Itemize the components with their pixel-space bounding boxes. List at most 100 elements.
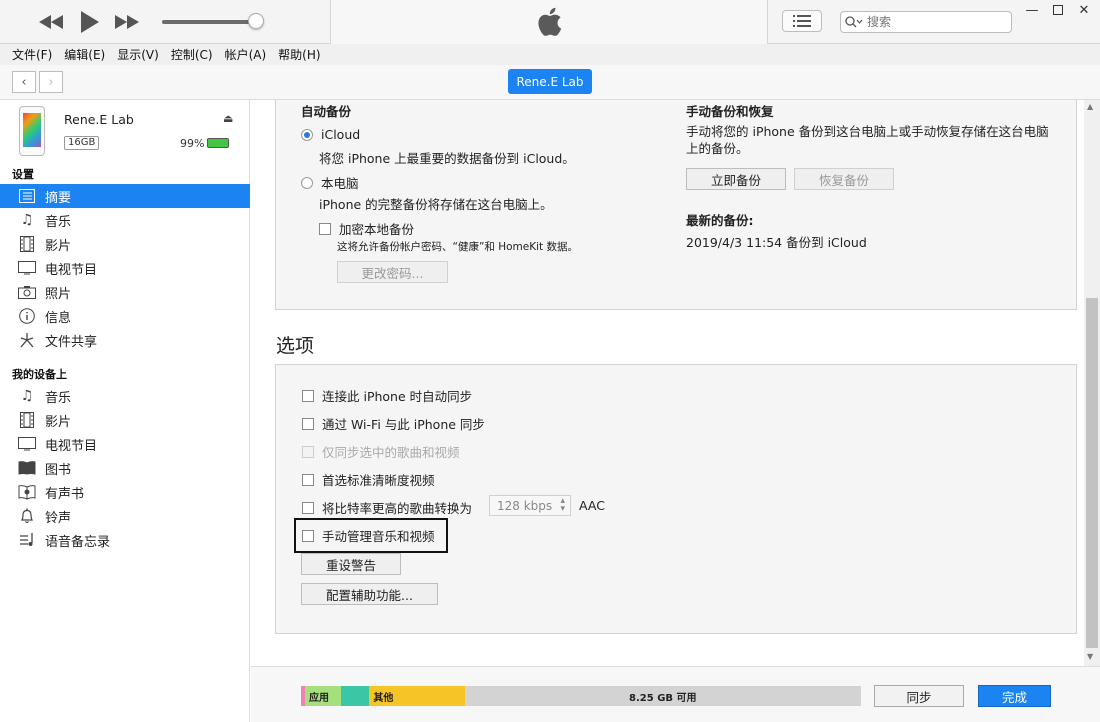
sidebar-item-movies[interactable]: 影片 — [0, 232, 250, 256]
encrypt-backup-option[interactable]: 加密本地备份 — [319, 219, 414, 238]
menu-view[interactable]: 显示(V) — [111, 46, 165, 63]
scroll-down-icon[interactable]: ▼ — [1087, 652, 1093, 661]
sidebar-item-label: 信息 — [45, 310, 72, 326]
menu-edit[interactable]: 编辑(E) — [58, 46, 111, 63]
sidebar-item-label: 文件共享 — [45, 334, 98, 350]
bitrate-select[interactable]: 128 kbps ▴ ▾ — [489, 495, 571, 516]
back-button[interactable]: ‹ — [12, 71, 36, 93]
prefer-sd-checkbox[interactable] — [302, 473, 314, 486]
sidebar-item-device-ringtones[interactable]: 铃声 — [0, 504, 250, 528]
bell-icon — [18, 507, 36, 525]
sync-checked-only-option[interactable]: 仅同步选中的歌曲和视频 — [302, 442, 460, 461]
sidebar-item-device-audiobooks[interactable]: 有声书 — [0, 480, 250, 504]
eject-icon[interactable]: ⏏ — [223, 112, 233, 125]
menu-controls[interactable]: 控制(C) — [165, 46, 219, 63]
scroll-up-icon[interactable]: ▲ — [1087, 102, 1093, 111]
play-button[interactable] — [78, 10, 102, 34]
convert-bitrate-checkbox[interactable] — [302, 501, 314, 514]
bitrate-value: 128 kbps — [497, 498, 553, 513]
change-password-button[interactable]: 更改密码... — [337, 261, 448, 283]
storage-segment-teal — [341, 686, 370, 706]
search-input[interactable] — [867, 15, 987, 29]
fast-forward-button[interactable] — [114, 10, 140, 34]
forward-button[interactable]: › — [39, 71, 63, 93]
encrypt-backup-checkbox[interactable] — [319, 222, 331, 235]
sidebar-item-device-movies[interactable]: 影片 — [0, 408, 250, 432]
rewind-icon — [39, 15, 63, 29]
sidebar-item-info[interactable]: 信息 — [0, 304, 250, 328]
manual-manage-checkbox[interactable] — [302, 529, 314, 542]
this-computer-label: 本电脑 — [321, 176, 359, 191]
accessibility-button[interactable]: 配置辅助功能... — [301, 583, 438, 605]
audiobook-icon — [18, 483, 36, 501]
menu-bar: 文件(F) 编辑(E) 显示(V) 控制(C) 帐户(A) 帮助(H) — [0, 44, 1100, 65]
music-note-icon: ♫ — [20, 212, 34, 228]
sidebar-item-device-tv[interactable]: 电视节目 — [0, 432, 250, 456]
sidebar-item-label: 语音备忘录 — [45, 534, 111, 550]
reset-warnings-button[interactable]: 重设警告 — [301, 553, 401, 575]
wifi-sync-option[interactable]: 通过 Wi-Fi 与此 iPhone 同步 — [302, 414, 485, 433]
scrollbar[interactable]: ▲ ▼ — [1084, 100, 1100, 666]
convert-bitrate-option[interactable]: 将比特率更高的歌曲转换为 — [302, 498, 472, 517]
film-icon — [18, 235, 36, 253]
close-button[interactable]: ✕ — [1074, 2, 1094, 18]
tv-icon — [18, 435, 36, 453]
sidebar-item-photos[interactable]: 照片 — [0, 280, 250, 304]
settings-header: 设置 — [12, 168, 34, 181]
volume-knob[interactable] — [248, 13, 264, 29]
battery-fill — [208, 139, 228, 147]
backup-now-button[interactable]: 立即备份 — [686, 168, 786, 190]
sidebar-item-label: 音乐 — [45, 214, 72, 230]
maximize-button[interactable] — [1048, 2, 1068, 18]
wifi-sync-checkbox[interactable] — [302, 417, 314, 430]
this-computer-radio[interactable] — [301, 176, 313, 189]
navigation-row: ‹ › Rene.E Lab — [0, 65, 1100, 100]
encrypt-backup-label: 加密本地备份 — [339, 222, 415, 237]
battery-percentage: 99% — [180, 137, 205, 150]
auto-sync-option[interactable]: 连接此 iPhone 时自动同步 — [302, 386, 472, 405]
icloud-option[interactable]: iCloud — [301, 127, 360, 142]
list-view-button[interactable] — [782, 10, 822, 32]
rewind-button[interactable] — [38, 10, 64, 34]
prefer-sd-option[interactable]: 首选标准清晰度视频 — [302, 470, 435, 489]
sidebar-item-device-voice-memos[interactable]: 语音备忘录 — [0, 528, 250, 552]
on-device-header: 我的设备上 — [12, 368, 67, 381]
battery-icon — [207, 138, 229, 148]
sidebar-item-label: 影片 — [45, 414, 72, 430]
minimize-button[interactable]: — — [1022, 2, 1042, 18]
iphone-icon — [19, 106, 45, 156]
menu-help[interactable]: 帮助(H) — [272, 46, 326, 63]
player-toolbar: — ✕ — [0, 0, 1100, 44]
menu-account[interactable]: 帐户(A) — [219, 46, 273, 63]
sidebar-item-tv[interactable]: 电视节目 — [0, 256, 250, 280]
device-info[interactable]: Rene.E Lab ⏏ 16GB 99% — [0, 100, 250, 162]
list-icon — [793, 15, 811, 27]
auto-sync-label: 连接此 iPhone 时自动同步 — [322, 389, 473, 404]
manual-manage-option[interactable]: 手动管理音乐和视频 — [302, 526, 435, 545]
menu-file[interactable]: 文件(F) — [6, 46, 58, 63]
search-field[interactable] — [840, 11, 1012, 33]
icloud-radio[interactable] — [301, 128, 313, 141]
done-button[interactable]: 完成 — [978, 685, 1051, 707]
sidebar-item-summary[interactable]: 摘要 — [0, 184, 250, 208]
scroll-thumb[interactable] — [1086, 298, 1098, 648]
sidebar-item-label: 图书 — [45, 462, 72, 478]
bottom-bar: 应用 其他 8.25 GB 可用 同步 完成 — [251, 666, 1100, 722]
sidebar-item-device-books[interactable]: 图书 — [0, 456, 250, 480]
storage-segment-other: 其他 — [369, 686, 465, 706]
latest-backup-value: 2019/4/3 11:54 备份到 iCloud — [686, 235, 867, 250]
music-note-icon: ♫ — [20, 388, 34, 404]
this-computer-option[interactable]: 本电脑 — [301, 173, 359, 192]
sidebar-item-label: 有声书 — [45, 486, 85, 502]
device-tab[interactable]: Rene.E Lab — [508, 69, 592, 94]
storage-apps-label: 应用 — [309, 692, 329, 704]
volume-slider[interactable] — [162, 20, 258, 24]
sidebar-item-file-sharing[interactable]: 文件共享 — [0, 328, 250, 352]
sync-checked-only-checkbox[interactable] — [302, 445, 314, 458]
restore-backup-button[interactable]: 恢复备份 — [794, 168, 894, 190]
sidebar-item-device-music[interactable]: ♫ 音乐 — [0, 384, 250, 408]
fast-forward-icon — [115, 15, 139, 29]
sync-button[interactable]: 同步 — [874, 685, 964, 707]
sidebar-item-music[interactable]: ♫ 音乐 — [0, 208, 250, 232]
auto-sync-checkbox[interactable] — [302, 389, 314, 402]
